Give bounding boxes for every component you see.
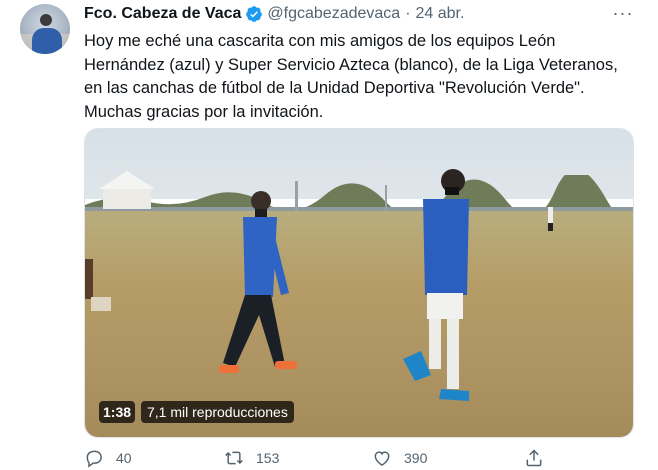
tweet-date[interactable]: 24 abr. [416, 5, 465, 23]
display-name[interactable]: Fco. Cabeza de Vaca [84, 5, 241, 23]
share-button[interactable] [524, 448, 556, 468]
retweet-count: 153 [256, 450, 280, 466]
tweet-text-line: en las canchas de fútbol de la Unidad De… [84, 79, 585, 97]
like-count: 390 [404, 450, 428, 466]
avatar[interactable] [20, 4, 70, 54]
tweet-text-line: Hernández (azul) y Super Servicio Azteca… [84, 55, 618, 74]
avatar-figure-head [40, 14, 52, 26]
user-handle[interactable]: @fgcabezadevaca [267, 5, 400, 23]
tweet-text: Hoy me eché una cascarita con mis amigos… [84, 30, 644, 124]
more-options-icon[interactable]: ··· [612, 3, 634, 23]
like-button[interactable]: 390 [372, 448, 427, 468]
retweet-icon [225, 451, 243, 465]
reply-icon [86, 450, 102, 468]
tweet-text-line: Hoy me eché una cascarita con mis amigos… [84, 32, 556, 50]
retweet-button[interactable]: 153 [224, 448, 279, 468]
avatar-figure-body [32, 28, 62, 54]
tweet-header: Fco. Cabeza de Vaca @fgcabezadevaca · 24… [84, 4, 464, 24]
share-icon [526, 449, 542, 467]
header-separator: · [405, 5, 411, 22]
video-duration: 1:38 [99, 401, 136, 423]
heart-icon [374, 451, 390, 466]
tweet-text-line: Muchas gracias por la invitación. [84, 102, 324, 121]
tweet-card[interactable]: Fco. Cabeza de Vaca @fgcabezadevaca · 24… [0, 0, 658, 470]
tweet-actions: 40 153 390 [84, 448, 644, 470]
video-player[interactable]: 1:38 7,1 mil reproducciones [84, 128, 634, 438]
reply-button[interactable]: 40 [84, 448, 132, 468]
video-players [85, 169, 553, 401]
video-view-count: 7,1 mil reproducciones [141, 401, 294, 423]
reply-count: 40 [116, 450, 132, 466]
verified-badge-icon [246, 6, 263, 22]
